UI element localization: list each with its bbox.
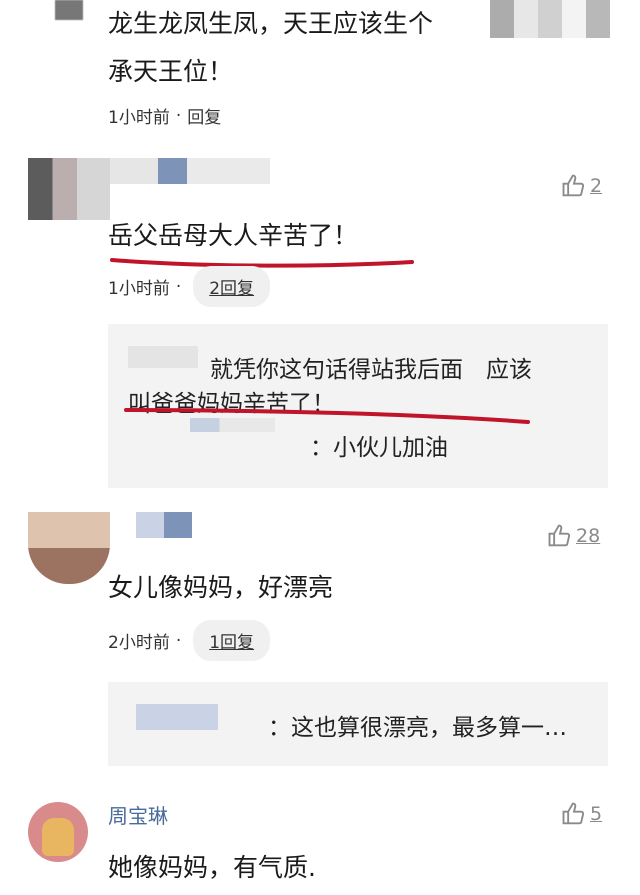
comment-text: 女儿像妈妈，好漂亮 [108,573,334,602]
reply-count-button[interactable]: 1回复 [193,620,271,661]
like-count: 28 [576,525,601,547]
like-count: 5 [590,803,603,825]
avatar[interactable] [28,802,88,862]
username-redacted [136,512,192,538]
red-underline-annotation [124,408,530,424]
timestamp: 2小时前 [108,633,170,653]
comment-text-line: 龙生龙凤生凤，天王应该生个 [108,9,434,38]
comment-meta: 1小时前 · 2回复 [108,266,271,307]
avatar[interactable] [55,0,83,20]
avatar[interactable] [28,512,110,584]
username-redacted [110,158,270,184]
reply-text: ：小伙儿加油 [310,435,448,461]
comment-text: 承天王位！ [108,56,233,88]
like-button[interactable]: 28 [546,522,600,550]
timestamp: 1小时前 [108,279,170,299]
reply-username-redacted [128,346,198,368]
reply-text: ：这也算很漂亮，最多算一… [268,715,567,741]
reply-text: 就凭你这句话得站我后面 应该 [210,357,532,383]
reply-username-redacted [190,418,275,432]
reply-count-button[interactable]: 2回复 [193,266,271,307]
separator-dot: · [175,105,182,126]
comment-text: 龙生龙凤生凤，天王应该生个 [108,8,433,40]
pixelated-redaction [490,0,610,38]
separator-dot: · [175,276,182,297]
timestamp: 1小时前 [108,108,170,128]
thumbs-up-icon [548,524,571,547]
comment-meta: 1小时前 · 回复 [108,103,221,129]
avatar[interactable] [28,158,110,220]
thumbs-up-icon [562,174,585,197]
username[interactable]: 周宝琳 [108,800,168,829]
comment-text: 她像妈妈，有气质. [108,853,316,882]
reply-link[interactable]: 回复 [187,103,221,128]
avatar-illustration [42,818,74,856]
like-count: 2 [590,175,603,197]
reply-username-redacted [136,704,218,730]
comment-text-line: 承天王位！ [108,57,234,86]
thumbs-up-icon [562,802,585,825]
like-button[interactable]: 2 [560,172,602,200]
like-button[interactable]: 5 [560,800,602,828]
comment-meta: 2小时前 · 1回复 [108,620,271,661]
comment-text: 岳父岳母大人辛苦了！ [108,221,359,250]
separator-dot: · [175,630,182,651]
